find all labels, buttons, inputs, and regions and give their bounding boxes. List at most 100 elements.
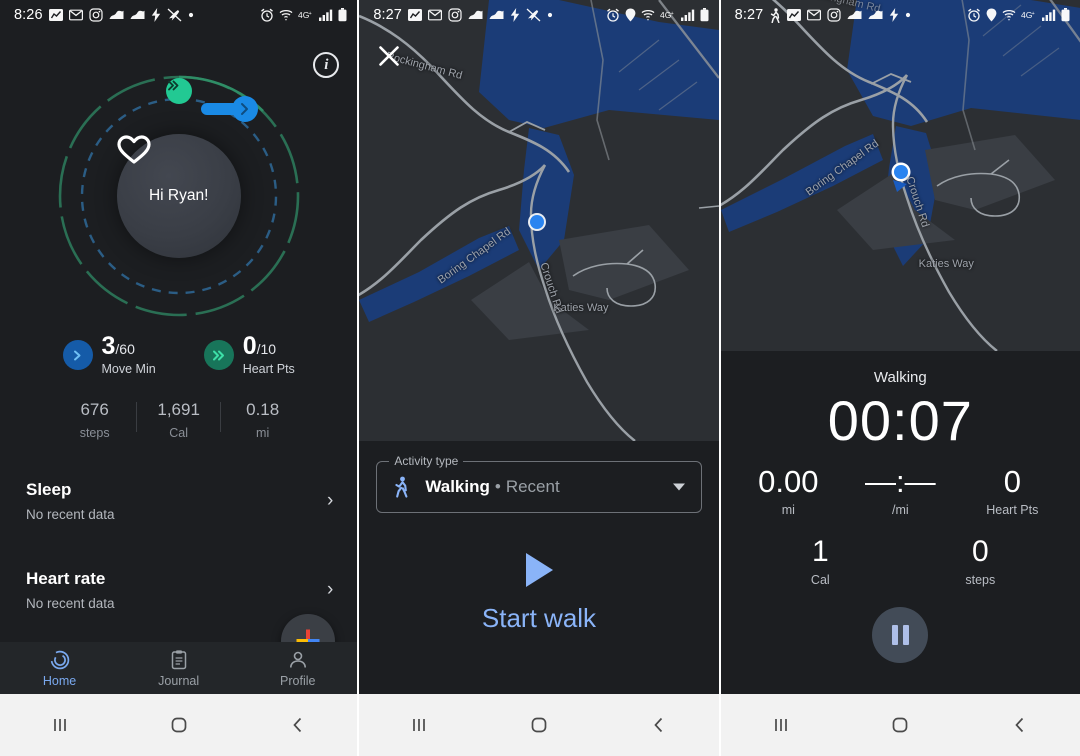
tracker-calories-value: 1 bbox=[811, 534, 829, 568]
goal-hp-top: 0 /10 bbox=[243, 334, 295, 359]
chart-icon bbox=[489, 9, 504, 21]
map-view-2[interactable]: Rockingham Rd Boring Chapel Rd Crouch Rd… bbox=[359, 0, 719, 441]
chevron-right-icon: › bbox=[327, 579, 334, 600]
status-time: 8:27 bbox=[373, 7, 402, 23]
distance-label: mi bbox=[256, 426, 270, 440]
alarm-icon bbox=[967, 8, 981, 22]
svg-text:+: + bbox=[1031, 11, 1034, 17]
start-walk-sheet: Activity type Walking • Recent Start walk bbox=[359, 441, 719, 694]
card-sleep[interactable]: Sleep No recent data › bbox=[0, 466, 357, 536]
activity-type-value-group: Walking • Recent bbox=[425, 477, 559, 497]
tracker-steps-value: 0 bbox=[971, 534, 989, 568]
home-icon bbox=[531, 717, 547, 733]
android-home-button[interactable] bbox=[479, 714, 599, 736]
screenshot-triptych: 8:26 4G + i Hi Ryan! 3 /60 Move Min 0 /1… bbox=[0, 0, 1080, 756]
android-back-button[interactable] bbox=[960, 714, 1080, 736]
nav-item-journal[interactable]: Journal bbox=[119, 649, 238, 688]
back-icon bbox=[1015, 717, 1024, 733]
heart-pts-label: Heart Pts bbox=[242, 362, 295, 376]
instagram-icon bbox=[827, 8, 841, 22]
fit-hub[interactable]: Hi Ryan! bbox=[116, 134, 241, 258]
journal-clipboard-icon bbox=[171, 649, 186, 669]
4g-icon: 4G + bbox=[1021, 10, 1037, 20]
tracker-steps-label: steps bbox=[965, 572, 996, 587]
goal-move-min[interactable]: 3 /60 Move Min bbox=[62, 332, 156, 377]
status-bar-1: 8:26 4G + bbox=[0, 0, 357, 30]
4g-icon: 4G + bbox=[660, 10, 676, 20]
metrics-row: 676 steps 1,691 Cal 0.18 mi bbox=[0, 400, 357, 440]
flash-icon bbox=[510, 8, 520, 22]
start-walk-button[interactable]: Start walk bbox=[359, 551, 718, 634]
screen-fit-home: 8:26 4G + i Hi Ryan! 3 /60 Move Min 0 /1… bbox=[0, 0, 358, 756]
dot-icon bbox=[905, 12, 911, 18]
activity-type-hint: Recent bbox=[505, 477, 560, 496]
status-bar-2: 8:27 4G + bbox=[359, 0, 718, 30]
status-bar-right-2: 4G + bbox=[606, 8, 709, 22]
activity-type-field[interactable]: Activity type Walking • Recent bbox=[376, 454, 702, 513]
android-nav-2 bbox=[359, 694, 719, 756]
profile-person-icon bbox=[289, 651, 306, 668]
chevron-down-icon[interactable] bbox=[672, 483, 685, 491]
nav-item-profile[interactable]: Profile bbox=[238, 649, 357, 688]
android-home-button[interactable] bbox=[840, 714, 960, 736]
nav-journal-label: Journal bbox=[158, 673, 200, 688]
play-icon bbox=[525, 553, 553, 587]
activity-type-separator: • bbox=[494, 477, 501, 496]
bottom-navigation: Home Journal Profile bbox=[0, 642, 358, 694]
steps-label: steps bbox=[79, 426, 110, 440]
status-bar-left-2: 8:27 bbox=[373, 7, 605, 23]
close-button[interactable] bbox=[377, 44, 401, 68]
chart-icon bbox=[847, 9, 862, 21]
battery-icon bbox=[1061, 8, 1070, 22]
flash-off-icon bbox=[167, 8, 182, 22]
map-label-katies-way: Katies Way bbox=[918, 258, 974, 270]
chart-icon bbox=[109, 9, 124, 21]
tracker-heart-pts-value: 0 bbox=[1003, 463, 1021, 499]
battery-icon bbox=[700, 8, 709, 22]
signal-icon bbox=[680, 9, 695, 21]
tracker-distance-label: mi bbox=[781, 502, 795, 517]
android-recents-button[interactable] bbox=[721, 714, 841, 736]
home-icon bbox=[171, 717, 187, 733]
screen-walk-in-progress: Rockingham Rd Boring Chapel Rd Crouch Rd… bbox=[720, 0, 1080, 756]
android-back-button[interactable] bbox=[599, 714, 719, 736]
android-home-button[interactable] bbox=[119, 714, 238, 736]
goal-heart-pts[interactable]: 0 /10 Heart Pts bbox=[203, 334, 295, 377]
tracker-steps: 0 steps bbox=[900, 535, 1060, 587]
walking-person-icon bbox=[769, 7, 781, 23]
tracker-calories: 1 Cal bbox=[740, 535, 900, 587]
inv-icon bbox=[407, 8, 422, 22]
status-time: 8:27 bbox=[734, 7, 764, 23]
move-min-icon bbox=[62, 340, 93, 370]
android-back-button[interactable] bbox=[238, 714, 357, 736]
4g-icon: 4G + bbox=[298, 10, 314, 20]
distance-value: 0.18 bbox=[246, 400, 280, 419]
home-rings-icon bbox=[50, 650, 69, 669]
map-view-3[interactable]: Rockingham Rd Boring Chapel Rd Crouch Rd… bbox=[720, 0, 1080, 351]
pause-icon bbox=[902, 624, 909, 645]
heart-pts-icon bbox=[203, 340, 234, 370]
signal-icon bbox=[1041, 9, 1056, 21]
goal-move-text: 3 /60 Move Min bbox=[101, 332, 156, 377]
tracker-elapsed-time: 00:07 bbox=[827, 389, 973, 452]
move-min-ring-badge bbox=[200, 96, 258, 122]
android-recents-button[interactable] bbox=[0, 714, 119, 736]
tracker-heart-pts-label: Heart Pts bbox=[986, 502, 1039, 517]
chart-icon bbox=[868, 9, 883, 21]
nav-item-home[interactable]: Home bbox=[0, 649, 119, 688]
home-icon bbox=[892, 717, 908, 733]
status-bar-right-1: 4G + bbox=[260, 8, 347, 22]
nav-home-label: Home bbox=[42, 673, 77, 688]
goal-hp-text: 0 /10 Heart Pts bbox=[242, 334, 295, 377]
move-min-value: 3 bbox=[101, 332, 116, 360]
tracker-pace: —:— /mi bbox=[844, 464, 956, 517]
android-recents-button[interactable] bbox=[359, 714, 479, 736]
gmail-icon bbox=[807, 8, 822, 22]
flash-icon bbox=[151, 8, 161, 22]
tracker-distance: 0.00 mi bbox=[732, 464, 844, 517]
android-nav-1 bbox=[0, 694, 358, 756]
wifi-icon bbox=[1002, 8, 1016, 22]
pause-icon bbox=[891, 624, 898, 645]
rings-container: Hi Ryan! bbox=[53, 70, 305, 322]
pause-button[interactable] bbox=[872, 606, 929, 663]
